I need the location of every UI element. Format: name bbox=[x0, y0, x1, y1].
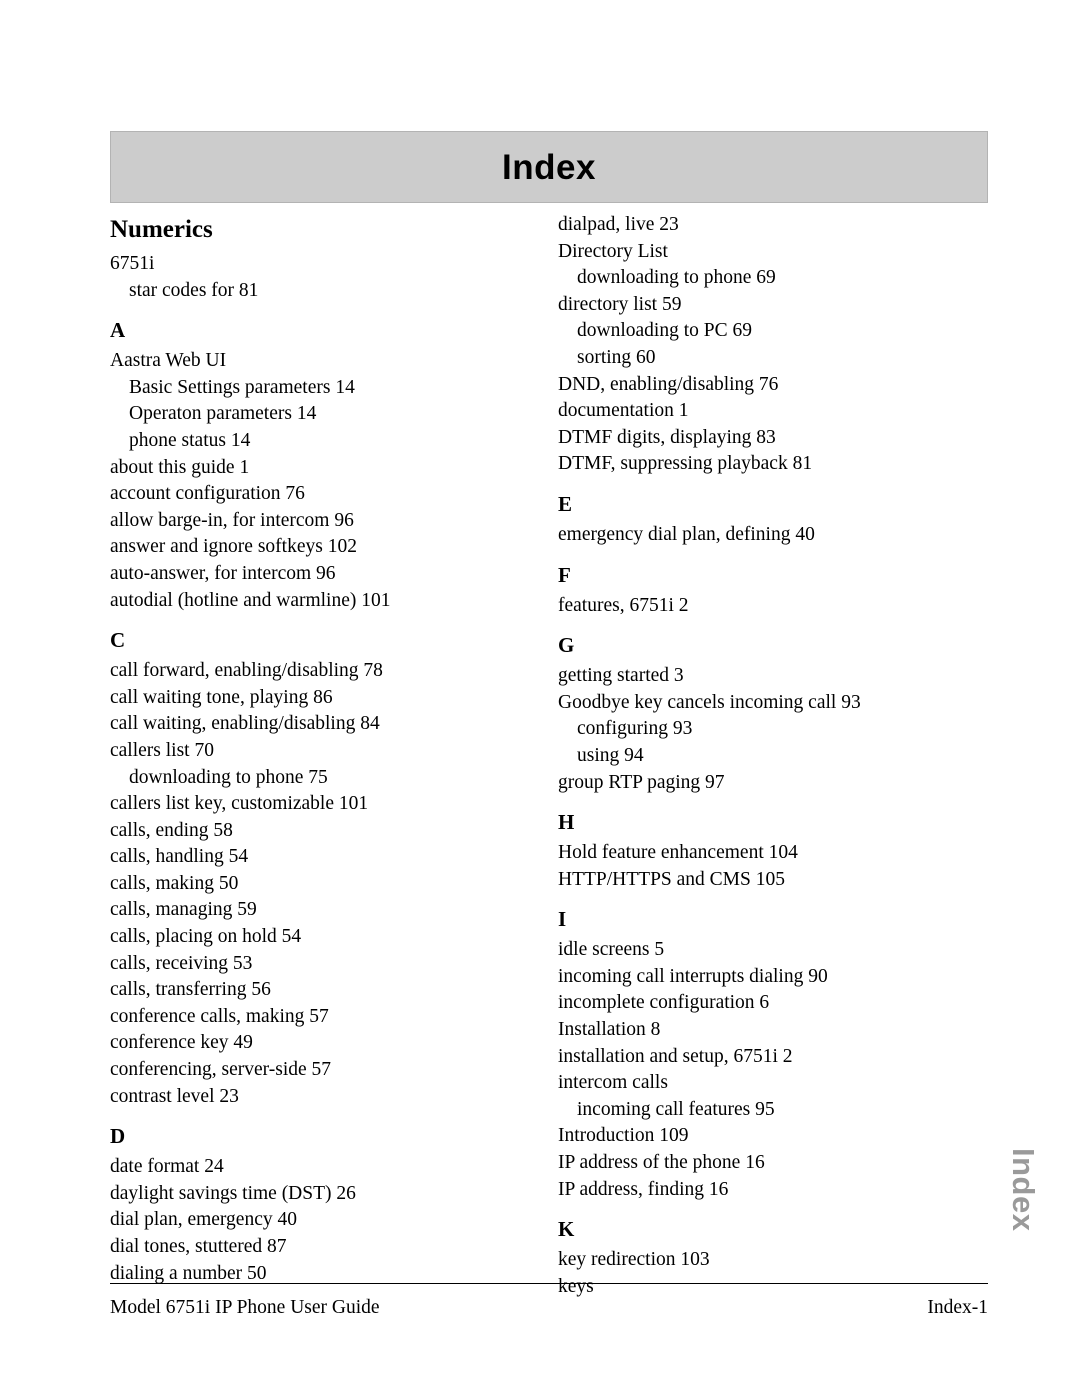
page-title: Index bbox=[502, 147, 596, 187]
index-subentry: star codes for 81 bbox=[129, 279, 259, 301]
index-entry: DTMF, suppressing playback 81 bbox=[558, 453, 813, 475]
index-entry: idle screens 5 bbox=[558, 939, 665, 961]
index-entry: dialpad, live 23 bbox=[558, 214, 679, 235]
index-subentry: Basic Settings parameters 14 bbox=[129, 376, 355, 398]
index-entry: calls, making 50 bbox=[110, 872, 239, 894]
left-column: Numerics 6751i star codes for 81 A Aastra We… bbox=[110, 212, 558, 1284]
index-entry: Introduction 109 bbox=[558, 1125, 689, 1147]
index-entry: answer and ignore softkeys 102 bbox=[110, 536, 357, 558]
side-tab: Index bbox=[1006, 1148, 1041, 1298]
footer-row: Model 6751i IP Phone User Guide Index-1 bbox=[110, 1284, 988, 1320]
index-entry: incomplete configuration 6 bbox=[558, 992, 770, 1014]
index-entry: date format 24 bbox=[110, 1156, 224, 1178]
index-entry: calls, placing on hold 54 bbox=[110, 926, 302, 948]
index-entry: DTMF digits, displaying 83 bbox=[558, 426, 776, 448]
index-entry: HTTP/HTTPS and CMS 105 bbox=[558, 868, 785, 890]
index-letter-heading: G bbox=[558, 633, 575, 658]
index-entry: DND, enabling/disabling 76 bbox=[558, 373, 779, 395]
index-letter-heading: K bbox=[558, 1217, 575, 1242]
index-letter-heading: A bbox=[110, 318, 126, 343]
index-subentry: Operaton parameters 14 bbox=[129, 403, 317, 425]
index-entry: emergency dial plan, defining 40 bbox=[558, 523, 815, 545]
index-entry: account configuration 76 bbox=[110, 483, 305, 505]
index-header-band: Index bbox=[110, 131, 988, 203]
footer-guide-title: Model 6751i IP Phone User Guide bbox=[110, 1297, 380, 1318]
index-group-heading: Numerics bbox=[110, 216, 213, 243]
index-entry: call forward, enabling/disabling 78 bbox=[110, 660, 383, 682]
index-subentry: downloading to PC 69 bbox=[577, 320, 752, 342]
index-subentry: sorting 60 bbox=[577, 346, 656, 368]
index-entry: installation and setup, 6751i 2 bbox=[558, 1045, 793, 1067]
index-page: Index Numerics 6751i star codes for 81 A Aas… bbox=[0, 0, 1080, 1397]
index-entry: calls, transferring 56 bbox=[110, 979, 271, 1001]
index-entry: contrast level 23 bbox=[110, 1085, 239, 1107]
index-entry: call waiting, enabling/disabling 84 bbox=[110, 713, 380, 735]
index-entry: callers list 70 bbox=[110, 739, 214, 761]
index-entry: conference calls, making 57 bbox=[110, 1005, 329, 1027]
index-entry: conference key 49 bbox=[110, 1032, 253, 1054]
index-entry: daylight savings time (DST) 26 bbox=[110, 1182, 356, 1204]
index-entry: intercom calls bbox=[558, 1072, 668, 1094]
index-letter-heading: F bbox=[558, 562, 571, 587]
index-letter-heading: C bbox=[110, 628, 126, 653]
index-subentry: downloading to phone 69 bbox=[577, 267, 776, 289]
index-entry: autodial (hotline and warmline) 101 bbox=[110, 589, 391, 611]
index-entry: auto-answer, for intercom 96 bbox=[110, 562, 336, 584]
index-subentry: phone status 14 bbox=[129, 429, 251, 451]
index-entry: key redirection 103 bbox=[558, 1249, 710, 1271]
right-column: dialpad, live 23 Directory List downloadin… bbox=[558, 212, 988, 1297]
index-entry: IP address, finding 16 bbox=[558, 1178, 729, 1200]
footer-page-number: Index-1 bbox=[927, 1297, 988, 1318]
index-entry: about this guide 1 bbox=[110, 456, 250, 478]
index-subentry: downloading to phone 75 bbox=[129, 766, 328, 788]
side-tab-label: Index bbox=[1006, 1148, 1041, 1232]
index-entry: dial tones, stuttered 87 bbox=[110, 1236, 287, 1257]
index-entry: Hold feature enhancement 104 bbox=[558, 842, 798, 864]
index-entry: dial plan, emergency 40 bbox=[110, 1209, 297, 1231]
index-entry: group RTP paging 97 bbox=[558, 771, 725, 793]
index-entry: IP address of the phone 16 bbox=[558, 1152, 765, 1174]
index-subentry: configuring 93 bbox=[577, 718, 693, 740]
index-entry: incoming call interrupts dialing 90 bbox=[558, 965, 828, 987]
index-entry: Goodbye key cancels incoming call 93 bbox=[558, 691, 861, 713]
index-entry: documentation 1 bbox=[558, 400, 689, 422]
index-letter-heading: I bbox=[558, 907, 567, 932]
index-entry: Installation 8 bbox=[558, 1019, 661, 1041]
index-entry: conferencing, server-side 57 bbox=[110, 1059, 332, 1081]
index-letter-heading: E bbox=[558, 491, 573, 516]
index-entry: call waiting tone, playing 86 bbox=[110, 686, 333, 708]
index-subentry: incoming call features 95 bbox=[577, 1098, 775, 1120]
index-subentry: using 94 bbox=[577, 744, 644, 766]
index-entry: getting started 3 bbox=[558, 665, 684, 687]
index-entry: allow barge-in, for intercom 96 bbox=[110, 509, 354, 531]
index-letter-heading: D bbox=[110, 1124, 126, 1149]
index-entry: Directory List bbox=[558, 240, 668, 262]
page-footer: Model 6751i IP Phone User Guide Index-1 bbox=[110, 1283, 988, 1320]
index-entry: calls, ending 58 bbox=[110, 819, 233, 841]
index-entry: 6751i bbox=[110, 253, 155, 274]
index-entry: Aastra Web UI bbox=[110, 350, 227, 372]
index-entry: calls, managing 59 bbox=[110, 899, 257, 921]
index-columns: Numerics 6751i star codes for 81 A Aastra We… bbox=[110, 212, 988, 1297]
index-entry: calls, receiving 53 bbox=[110, 952, 253, 974]
index-entry: directory list 59 bbox=[558, 293, 682, 315]
index-letter-heading: H bbox=[558, 810, 575, 835]
index-entry: callers list key, customizable 101 bbox=[110, 793, 369, 815]
index-entry: features, 6751i 2 bbox=[558, 594, 689, 616]
index-entry: calls, handling 54 bbox=[110, 846, 249, 868]
